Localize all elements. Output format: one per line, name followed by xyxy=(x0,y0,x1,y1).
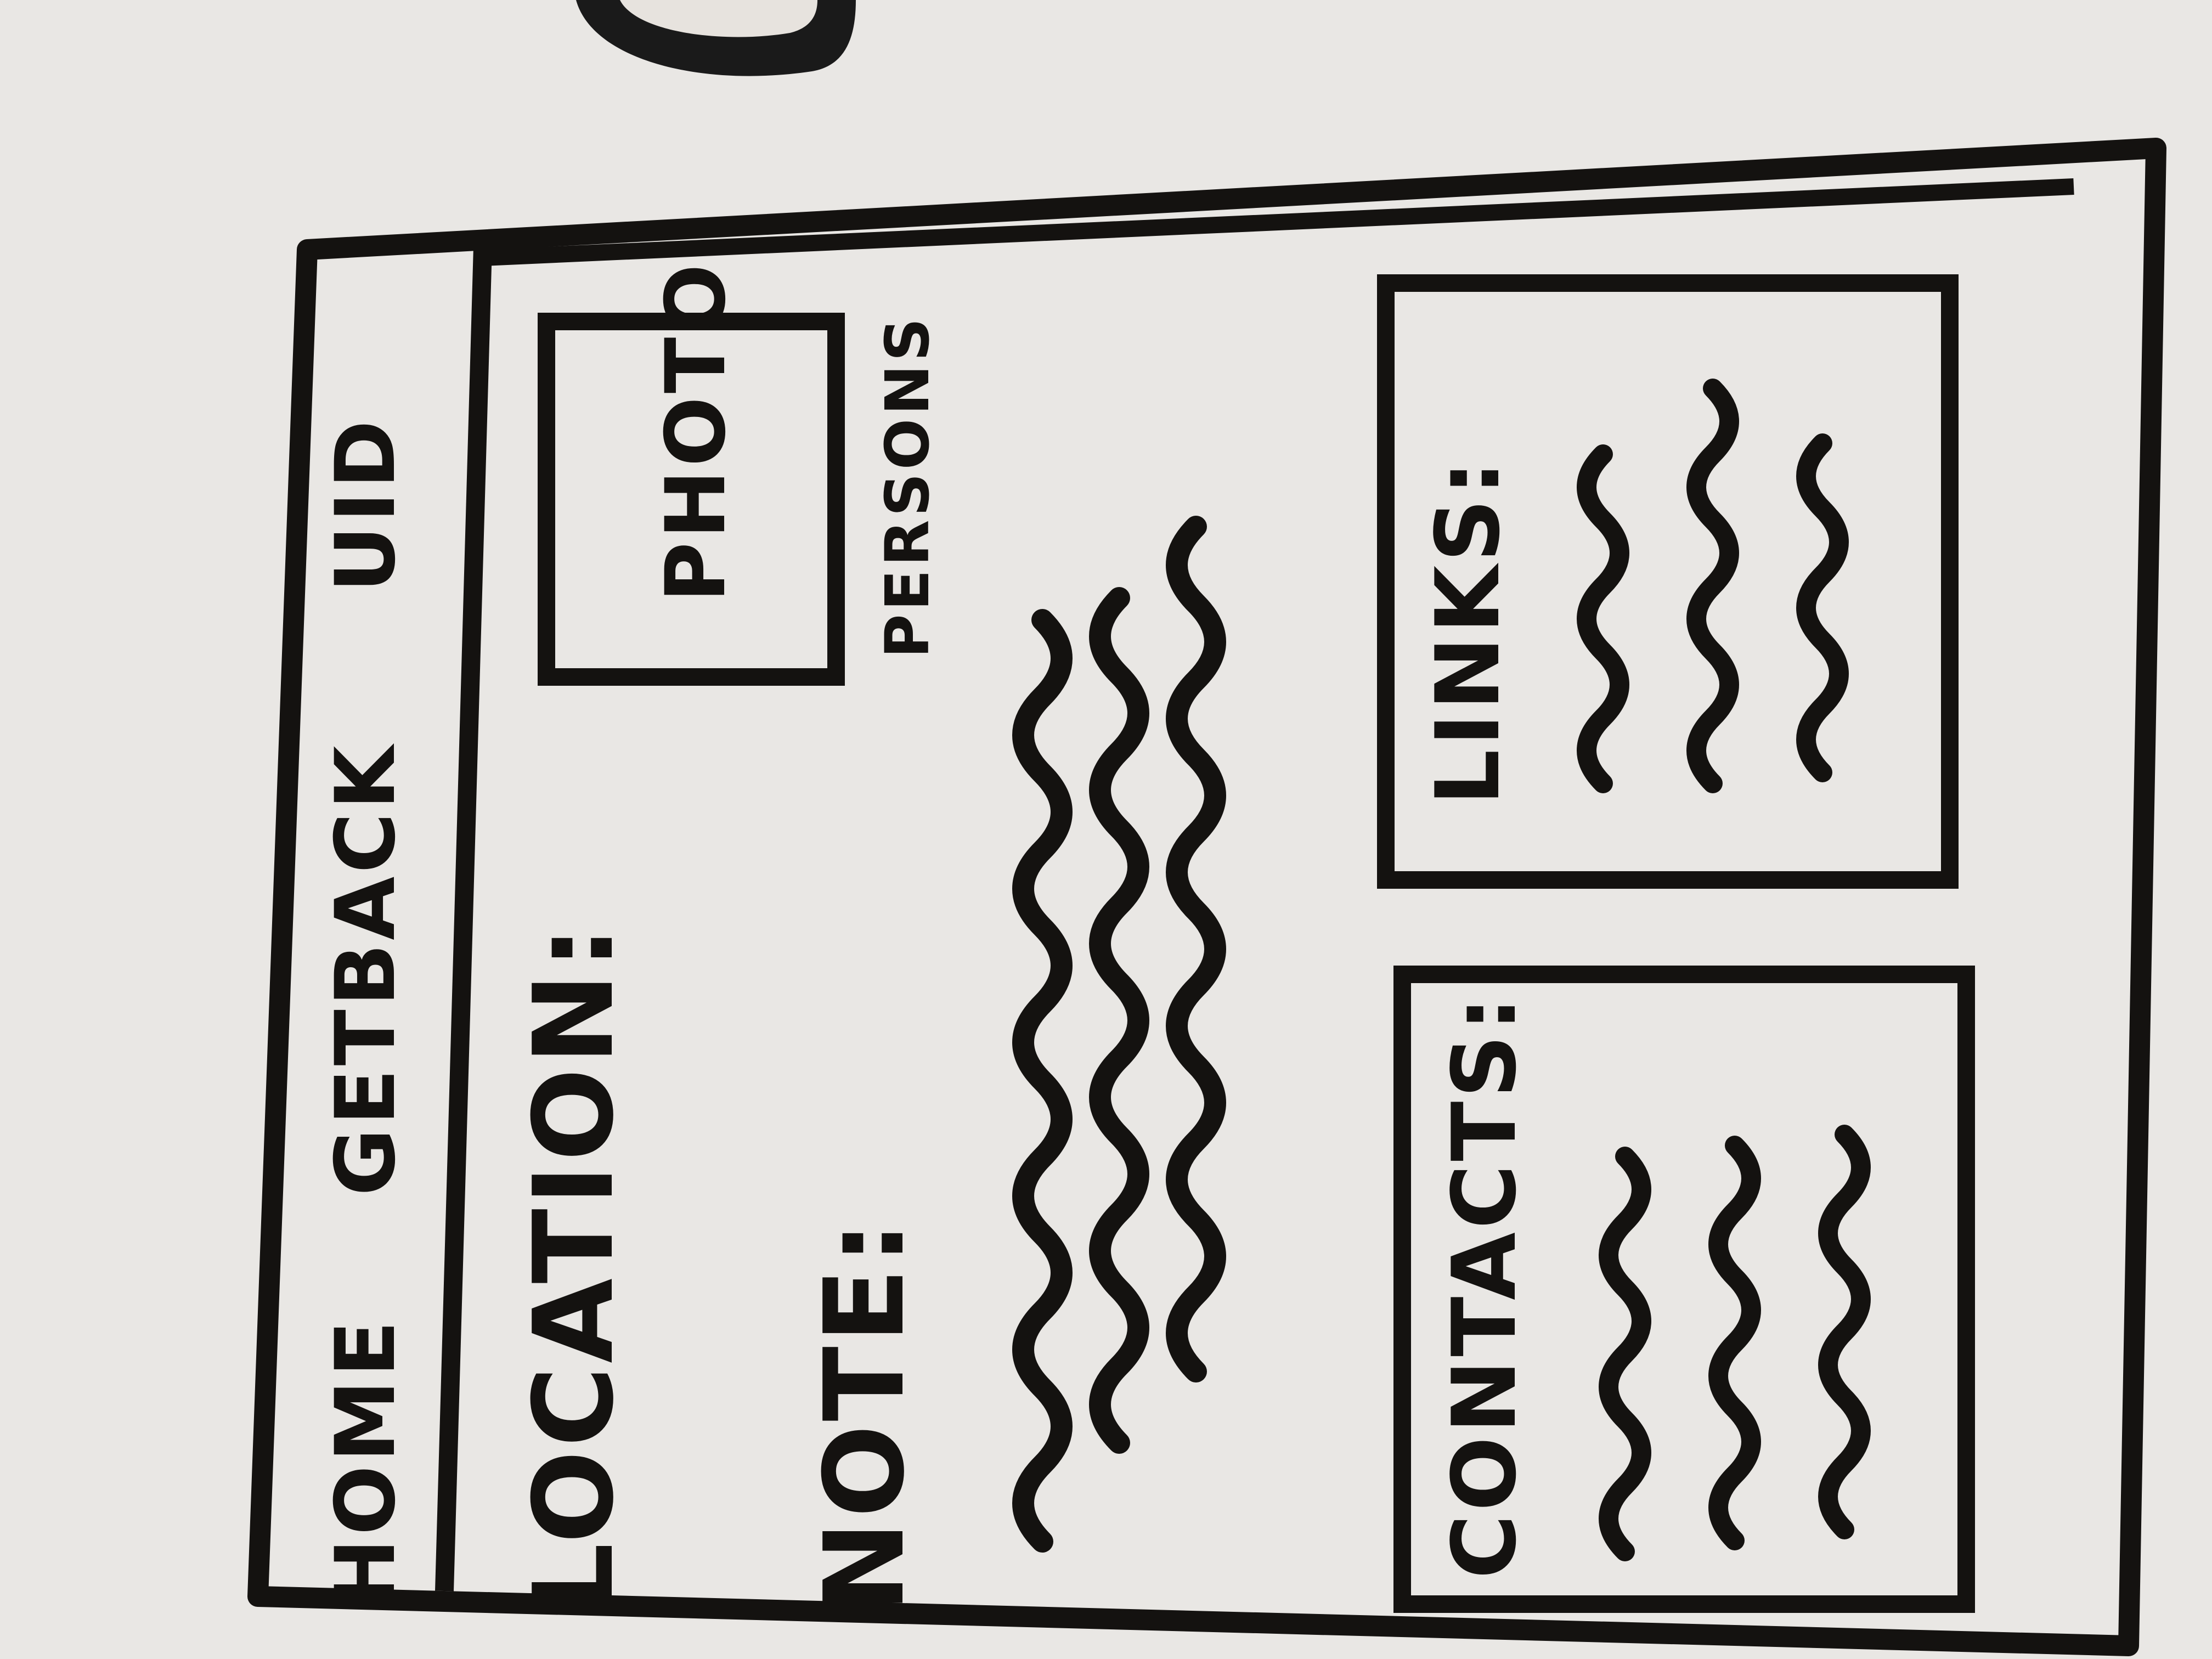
links-panel: LINKS: xyxy=(1377,274,1959,889)
note-text-placeholder xyxy=(1009,516,1284,1553)
contacts-list-placeholder xyxy=(1581,1014,1910,1562)
photo-label: PHOTO xyxy=(648,261,744,602)
nav-uid-link[interactable]: UID xyxy=(318,417,414,592)
nav-bar: HOME GETBACK UID xyxy=(252,219,483,1646)
nav-getback-link[interactable]: GETBACK xyxy=(318,742,414,1196)
photo-caption: PERSONS xyxy=(872,314,943,658)
links-title: LINKS: xyxy=(1417,457,1519,805)
wavy-line-placeholder-icon xyxy=(1599,1125,1871,1561)
nav-home-link[interactable]: HOME xyxy=(318,1317,414,1607)
location-label: LOCATION: xyxy=(510,922,638,1613)
wireframe-page: HOME GETBACK UID LOCATION: PHOTO PERSONS… xyxy=(252,219,2090,1646)
wavy-line-placeholder-icon xyxy=(1012,516,1226,1553)
contacts-title: CONTACTS: xyxy=(1433,993,1536,1579)
wavy-line-placeholder-icon xyxy=(1577,379,1849,793)
links-list-placeholder xyxy=(1559,301,1888,794)
contacts-panel: CONTACTS: xyxy=(1393,966,1975,1613)
photo-box: PHOTO xyxy=(538,261,845,686)
note-label: NOTE: xyxy=(801,1217,929,1613)
